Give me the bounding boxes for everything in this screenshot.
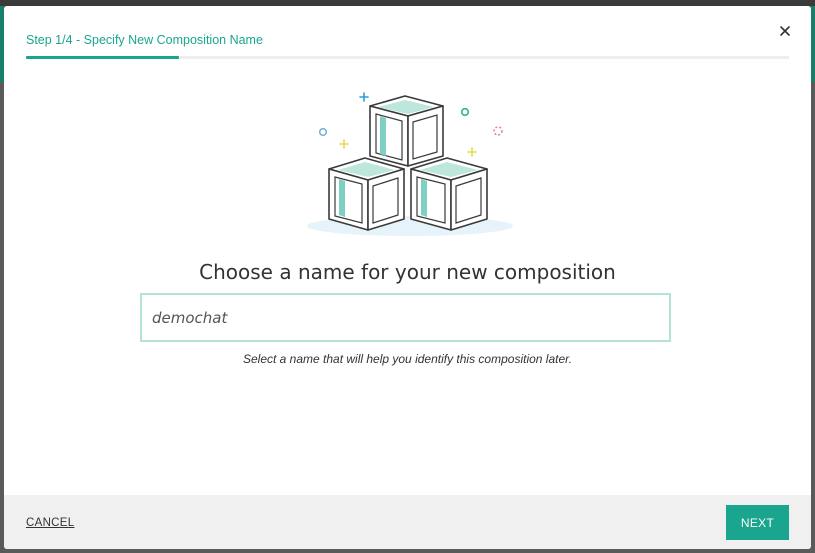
cancel-link[interactable]: CANCEL — [26, 517, 74, 529]
step-progress-bar — [26, 56, 789, 59]
dialog-footer: CANCEL NEXT — [4, 495, 811, 549]
close-button[interactable] — [777, 23, 793, 39]
close-icon — [780, 26, 790, 36]
page-heading: Choose a name for your new composition — [199, 260, 616, 284]
step-title: Step 1/4 - Specify New Composition Name — [26, 33, 263, 47]
composition-name-input[interactable] — [140, 293, 671, 342]
step-progress-fill — [26, 56, 179, 59]
new-composition-dialog: Step 1/4 - Specify New Composition Name — [4, 6, 811, 549]
backdrop-accent-right — [811, 6, 815, 82]
name-helper-text: Select a name that will help you identif… — [242, 352, 573, 366]
next-button[interactable]: NEXT — [726, 505, 789, 540]
stacked-cubes-illustration — [307, 92, 513, 236]
